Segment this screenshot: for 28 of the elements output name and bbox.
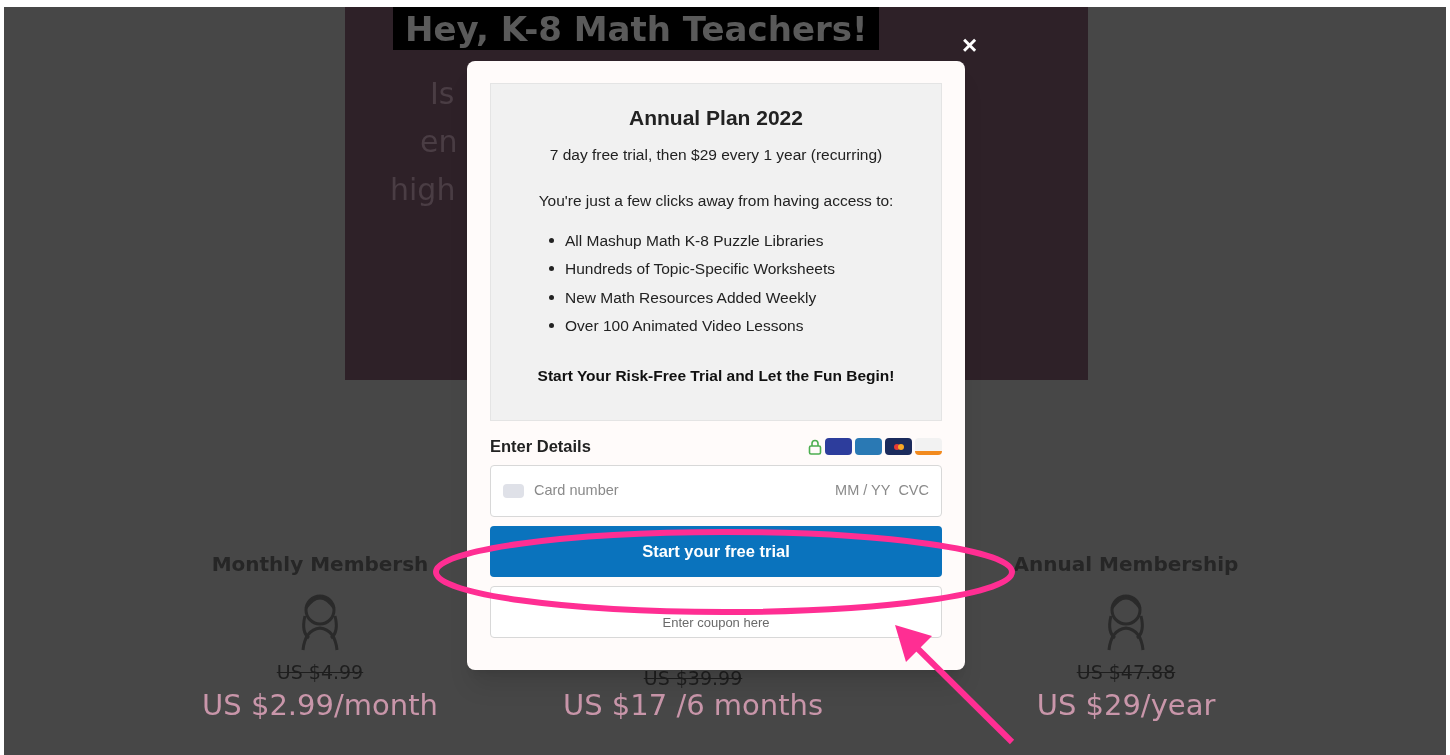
lock-icon <box>808 438 822 455</box>
feature-text: New Math Resources Added Weekly <box>565 287 817 308</box>
bullet-icon <box>549 294 554 300</box>
card-brand-icon <box>885 438 912 455</box>
closing-text: Start Your Risk-Free Trial and Let the Fun Begin! <box>537 366 895 386</box>
headline-banner: Hey, K-8 Math Teachers! <box>393 7 880 50</box>
expiry-placeholder: MM / YY <box>835 481 891 501</box>
intro-text: You're just a few clicks away from having access to: <box>538 190 894 211</box>
plan-title: Annual Plan 2022 <box>629 105 803 131</box>
feature-text: Over 100 Animated Video Lessons <box>565 316 804 337</box>
feature-text: Hundreds of Topic-Specific Worksheets <box>565 259 835 280</box>
section-label: Enter Details <box>490 436 591 458</box>
bullet-icon <box>549 266 554 272</box>
card-field[interactable]: Card number MM / YY CVC <box>490 465 942 517</box>
bullet-icon <box>549 323 554 329</box>
plan-price: US $17 /6 months <box>562 687 824 723</box>
card-brand-icon <box>855 438 882 455</box>
close-button[interactable]: × <box>962 32 978 58</box>
feature-text: All Mashup Math K-8 Puzzle Libraries <box>565 230 824 251</box>
cvc-placeholder: CVC <box>898 481 929 501</box>
card-brand-icon <box>825 438 852 455</box>
trial-text: 7 day free trial, then $29 every 1 year (recurring) <box>549 144 883 165</box>
card-brand-icon <box>915 438 942 455</box>
card-icon <box>503 484 524 498</box>
plan-price: US $2.99/month <box>202 686 438 723</box>
bullet-icon <box>549 237 554 243</box>
plan-price: US $29/year <box>1036 686 1216 723</box>
card-number-placeholder: Card number <box>534 481 620 501</box>
